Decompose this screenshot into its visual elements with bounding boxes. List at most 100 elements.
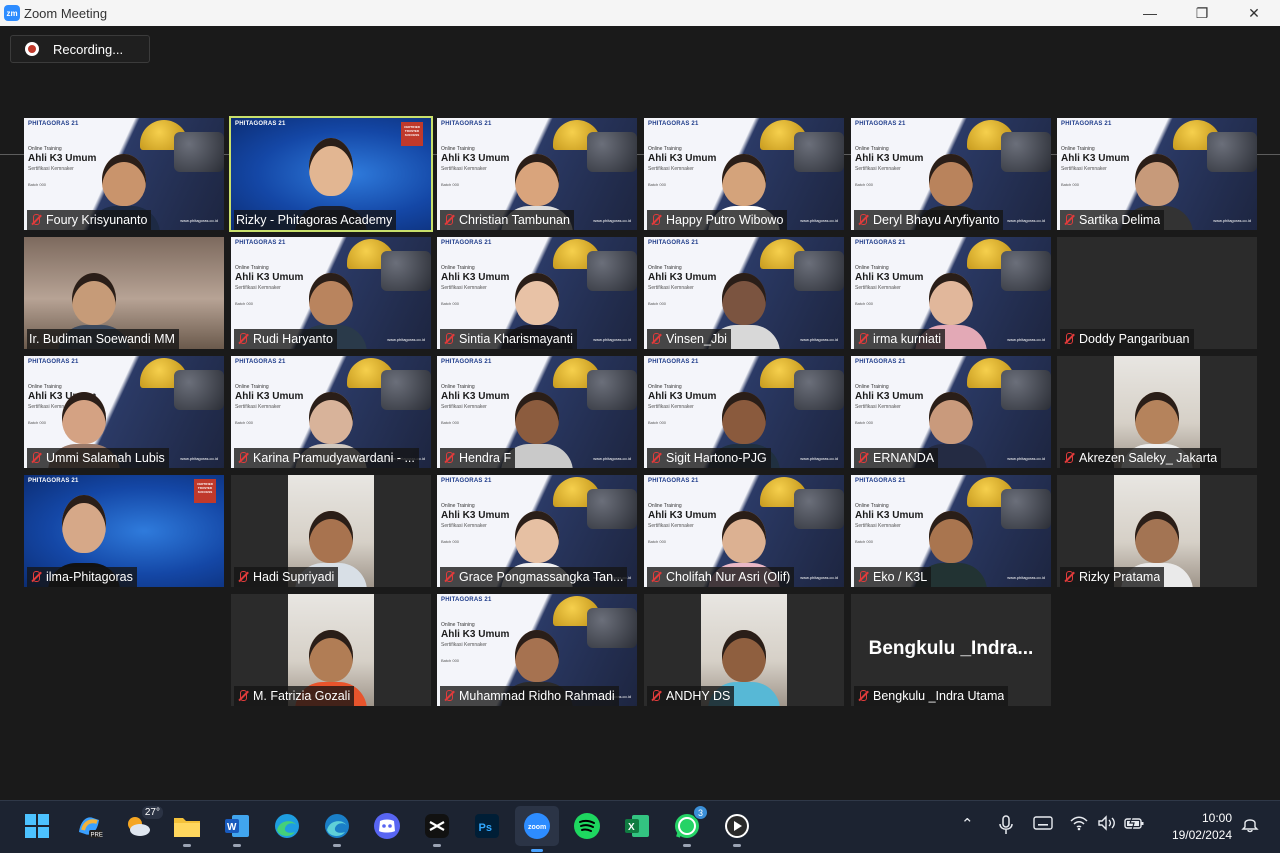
banner-title: Ahli K3 Umum — [441, 510, 510, 521]
participant-name: Akrezen Saleky_ Jakarta — [1079, 451, 1218, 465]
spotify-button[interactable] — [572, 811, 602, 841]
capcut-button[interactable] — [422, 811, 452, 847]
media-player-button[interactable] — [722, 811, 752, 847]
volume-icon[interactable] — [1097, 815, 1117, 835]
participant-name: Doddy Pangaribuan — [1079, 332, 1190, 346]
participant-tile[interactable]: M. Fatrizia Gozali — [231, 594, 431, 706]
zoom-button[interactable]: zoom — [515, 806, 559, 852]
participant-name-bar: Ummi Salamah Lubis — [27, 448, 169, 468]
banner-brand: PHITAGORAS 21 — [28, 478, 79, 484]
participant-tile[interactable]: Bengkulu _Indra... Bengkulu _Indra Utama — [851, 594, 1051, 706]
participant-tile[interactable]: Akrezen Saleky_ Jakarta — [1057, 356, 1257, 468]
participant-tile[interactable]: PHITAGORAS 21 Online Training Ahli K3 Umum… — [437, 356, 637, 468]
photoshop-button[interactable]: Ps — [472, 811, 502, 841]
participant-tile[interactable]: ANDHY DS — [644, 594, 844, 706]
microphone-icon[interactable] — [998, 815, 1014, 839]
banner-subtitle: Online Training — [235, 384, 269, 390]
participant-face — [102, 154, 146, 206]
participant-tile[interactable]: PHITAGORAS 21 Online Training Ahli K3 Umum… — [644, 237, 844, 349]
system-clock[interactable]: 10:00 19/02/2024 — [1172, 810, 1232, 844]
restore-button[interactable]: ❐ — [1176, 0, 1228, 26]
weather-button[interactable]: 27° — [123, 806, 163, 841]
participant-tile[interactable]: Doddy Pangaribuan — [1057, 237, 1257, 349]
start-icon — [25, 814, 49, 838]
mic-muted-icon — [442, 570, 456, 584]
notification-badge: 3 — [693, 805, 708, 820]
file-explorer-button[interactable] — [172, 811, 202, 847]
participant-face — [929, 511, 973, 563]
battery-icon[interactable] — [1124, 814, 1146, 835]
edge-button[interactable] — [272, 811, 302, 841]
participant-tile[interactable]: PHITAGORAS 21 Online Training Ahli K3 Umum… — [851, 475, 1051, 587]
edge-dev-button[interactable] — [322, 811, 352, 847]
participant-face — [929, 273, 973, 325]
show-hidden-icons-button[interactable]: ⌃ — [961, 815, 974, 833]
banner-certification: Sertifikasi Kemnaker — [855, 166, 901, 172]
banner-subtitle: Online Training — [855, 265, 889, 271]
banner-brand: PHITAGORAS 21 — [235, 121, 286, 127]
zoom-logo-icon: zm — [4, 5, 20, 21]
banner-website: www.phitagoras.co.id — [593, 456, 631, 461]
participant-tile[interactable]: PHITAGORAS 21 Online Training Ahli K3 Umum… — [437, 475, 637, 587]
banner-batch: Batch 000 — [28, 420, 47, 425]
certified-badge: CERTIFIED TRUSTED SUCCESS — [401, 122, 423, 146]
participant-tile[interactable]: PHITAGORAS 21 Online Training Ahli K3 Umum… — [851, 118, 1051, 230]
word-button[interactable]: W — [222, 811, 252, 847]
banner-website: www.phitagoras.co.id — [800, 575, 838, 580]
banner-title: Ahli K3 Umum — [441, 272, 510, 283]
participant-tile[interactable]: PHITAGORAS 21 Online Training Ahli K3 Umum… — [437, 594, 637, 706]
participant-name: Grace Pongmassangka Tan... — [459, 570, 624, 584]
close-button[interactable]: ✕ — [1228, 0, 1280, 26]
minimize-button[interactable]: — — [1124, 0, 1176, 26]
participant-tile[interactable]: PHITAGORAS 21 Online Training Ahli K3 Umum… — [644, 475, 844, 587]
banner-brand: PHITAGORAS 21 — [28, 121, 79, 127]
participant-name: Deryl Bhayu Aryfiyanto — [873, 213, 1000, 227]
svg-text:PRE: PRE — [91, 833, 103, 839]
mic-muted-icon — [649, 213, 663, 227]
participant-name: Karina Pramudyawardani - ... — [253, 451, 415, 465]
participant-tile[interactable]: PHITAGORAS 21 Online Training Ahli K3 Umum… — [24, 118, 224, 230]
copilot-button[interactable]: PRE — [74, 811, 104, 841]
participant-tile[interactable]: PHITAGORAS 21 Online Training Ahli K3 Umum… — [437, 237, 637, 349]
banner-website: www.phitagoras.co.id — [593, 337, 631, 342]
participant-face — [309, 511, 353, 563]
participant-tile[interactable]: Ir. Budiman Soewandi MM — [24, 237, 224, 349]
participant-name-bar: Vinsen_Jbi — [647, 329, 731, 349]
notifications-icon[interactable] — [1241, 815, 1259, 837]
banner-certification: Sertifikasi Kemnaker — [441, 523, 487, 529]
zoom-icon: zoom — [524, 813, 550, 839]
participant-tile[interactable]: PHITAGORAS 21 Online Training Ahli K3 Umum… — [231, 237, 431, 349]
banner-batch: Batch 000 — [441, 539, 460, 544]
participant-name-bar: Akrezen Saleky_ Jakarta — [1060, 448, 1222, 468]
participant-tile[interactable]: PHITAGORAS 21 Online Training Ahli K3 Umum… — [644, 118, 844, 230]
participant-tile[interactable]: PHITAGORAS 21 Online Training Ahli K3 Umum… — [851, 356, 1051, 468]
discord-button[interactable] — [372, 811, 402, 841]
participant-tile[interactable]: PHITAGORAS 21 Online Training Ahli K3 Umum… — [24, 356, 224, 468]
start-button[interactable] — [22, 811, 52, 841]
mic-muted-icon — [856, 689, 870, 703]
participant-tile[interactable]: PHITAGORAS 21 Online Training Ahli K3 Umum… — [437, 118, 637, 230]
keyboard-icon[interactable] — [1033, 815, 1053, 835]
participant-tile[interactable]: PHITAGORAS 21 Online Training Ahli K3 Umum… — [1057, 118, 1257, 230]
participant-tile[interactable]: PHITAGORAS 21 CERTIFIED TRUSTED SUCCESS Ri… — [229, 116, 433, 232]
participant-name-bar: Rudi Haryanto — [234, 329, 337, 349]
excel-button[interactable]: X — [622, 811, 652, 841]
participant-name-bar: Sintia Kharismayanti — [440, 329, 577, 349]
participant-tile[interactable]: PHITAGORAS 21 Online Training Ahli K3 Umum… — [644, 356, 844, 468]
whatsapp-button[interactable]: 3 — [672, 805, 708, 847]
mic-muted-icon — [856, 570, 870, 584]
participant-tile[interactable]: Hadi Supriyadi — [231, 475, 431, 587]
participant-tile[interactable]: PHITAGORAS 21 Online Training Ahli K3 Umum… — [231, 356, 431, 468]
participant-face — [1135, 154, 1179, 206]
banner-batch: Batch 000 — [648, 539, 667, 544]
participant-tile[interactable]: Rizky Pratama — [1057, 475, 1257, 587]
banner-website: www.phitagoras.co.id — [593, 218, 631, 223]
recording-indicator[interactable]: Recording... — [10, 35, 150, 63]
banner-batch: Batch 000 — [1061, 182, 1080, 187]
participant-tile[interactable]: PHITAGORAS 21 CERTIFIED TRUSTED SUCCESS il… — [24, 475, 224, 587]
participant-tile[interactable]: PHITAGORAS 21 Online Training Ahli K3 Umum… — [851, 237, 1051, 349]
banner-subtitle: Online Training — [1061, 146, 1095, 152]
participant-name-bar: ilma-Phitagoras — [27, 567, 137, 587]
banner-title: Ahli K3 Umum — [441, 391, 510, 402]
wifi-icon[interactable] — [1070, 815, 1088, 835]
